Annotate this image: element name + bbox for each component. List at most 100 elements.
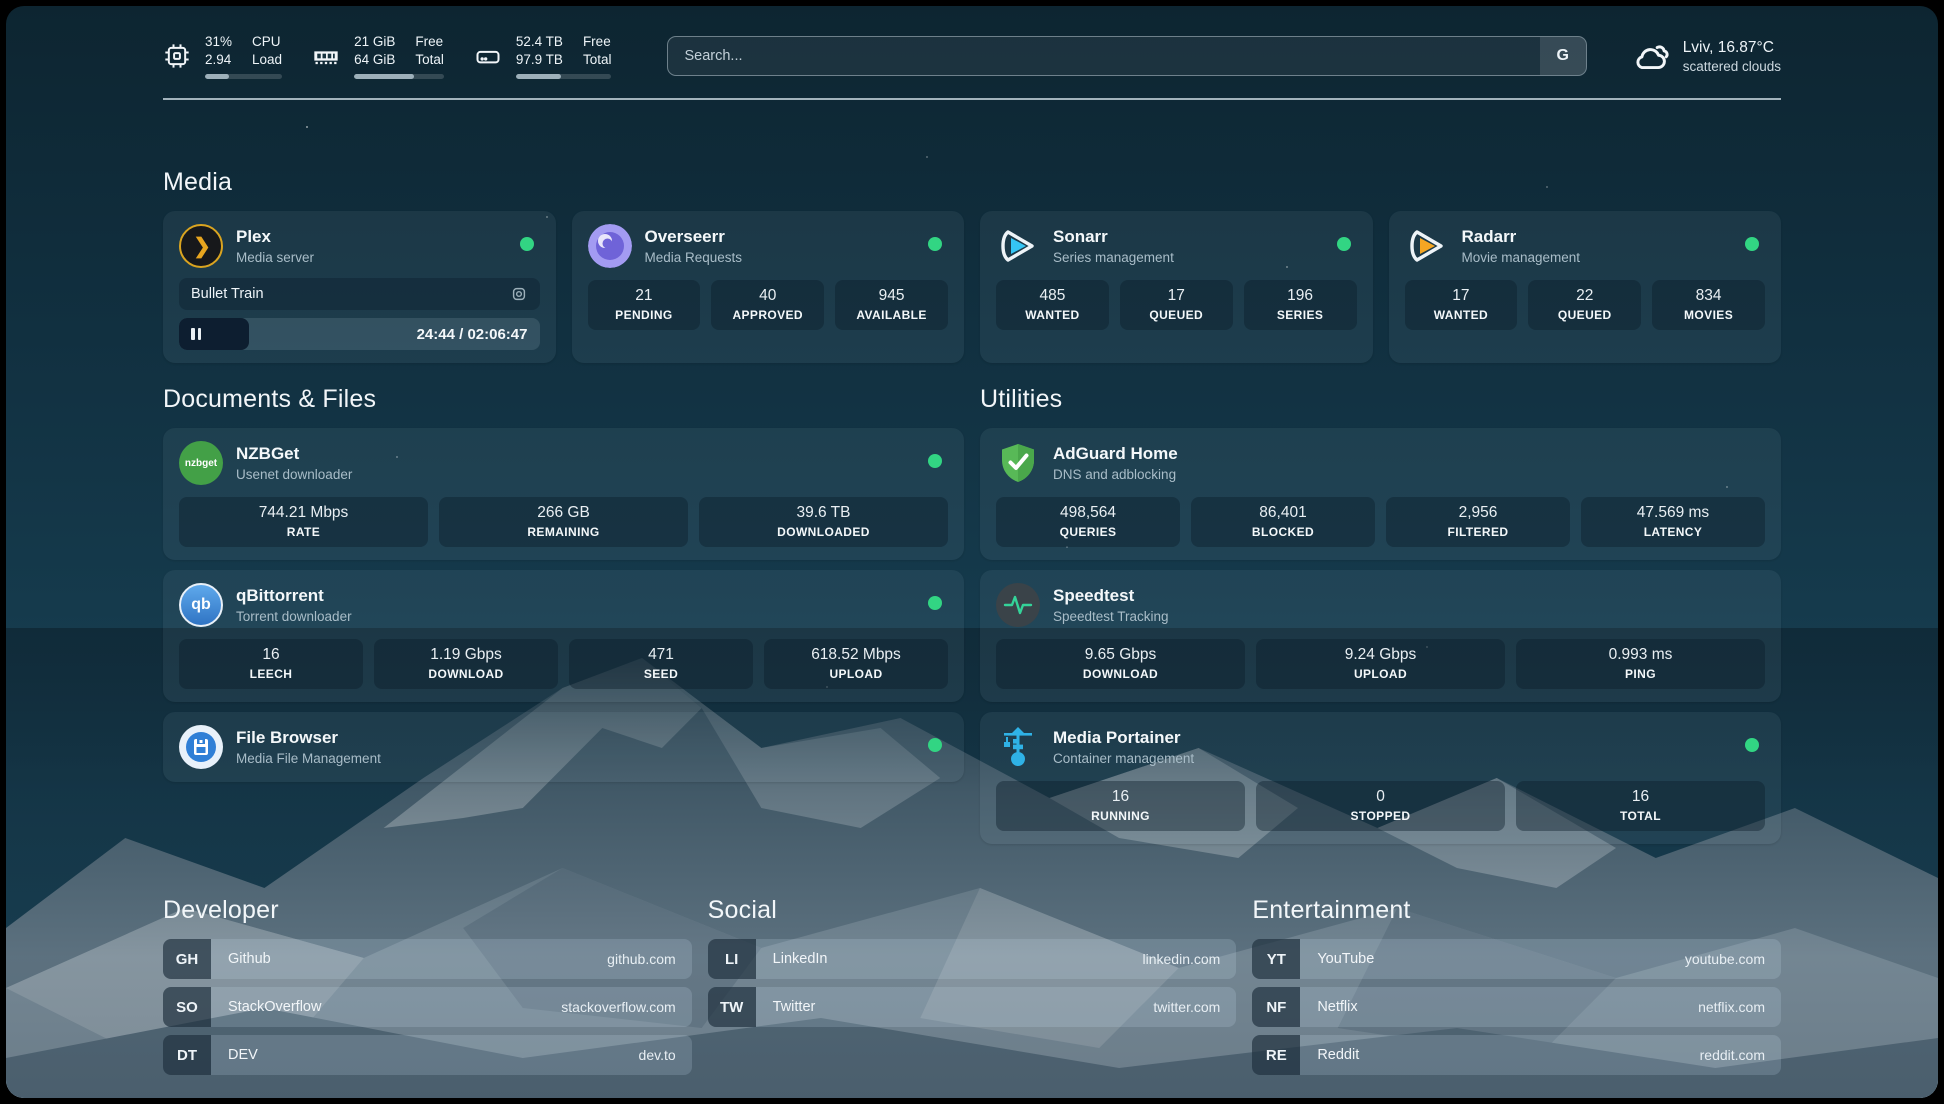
sonarr-status-dot: [1337, 237, 1351, 251]
youtube-badge: YT: [1252, 939, 1300, 979]
system-stats: 31% 2.94 CPU Load: [163, 33, 611, 79]
filebrowser-card[interactable]: File Browser Media File Management: [163, 712, 964, 782]
plex-card[interactable]: ❯ Plex Media server Bullet Train: [163, 211, 556, 363]
link-twitter[interactable]: TW Twitter twitter.com: [708, 987, 1237, 1027]
speedtest-subtitle: Speedtest Tracking: [1053, 609, 1169, 624]
linkedin-badge: LI: [708, 939, 756, 979]
speedtest-stat-ping: 0.993 msPING: [1516, 639, 1765, 689]
nzbget-title: NZBGet: [236, 444, 352, 464]
overseerr-stat-pending: 21PENDING: [588, 280, 701, 330]
disk-stat: 52.4 TB 97.9 TB Free Total: [474, 33, 612, 79]
disk-free-label: Free: [583, 33, 612, 51]
plex-status-dot: [520, 237, 534, 251]
plex-now-playing: Bullet Train: [179, 278, 540, 310]
nzbget-icon: nzbget: [179, 441, 223, 485]
portainer-card[interactable]: Media Portainer Container management 16R…: [980, 712, 1781, 844]
filebrowser-title: File Browser: [236, 728, 381, 748]
radarr-stat-wanted: 17WANTED: [1405, 280, 1518, 330]
sonarr-stat-series: 196SERIES: [1244, 280, 1357, 330]
qbittorrent-title: qBittorrent: [236, 586, 352, 606]
link-linkedin[interactable]: LI LinkedIn linkedin.com: [708, 939, 1237, 979]
radarr-subtitle: Movie management: [1462, 250, 1581, 265]
memory-free-label: Free: [415, 33, 444, 51]
overseerr-stat-approved: 40APPROVED: [711, 280, 824, 330]
weather-widget[interactable]: Lviv, 16.87°C scattered clouds: [1631, 39, 1781, 74]
overseerr-status-dot: [928, 237, 942, 251]
link-netflix[interactable]: NF Netflix netflix.com: [1252, 987, 1781, 1027]
disk-total-label: Total: [583, 51, 612, 69]
cpu-load-label: Load: [252, 51, 282, 69]
nzbget-status-dot: [928, 454, 942, 468]
plex-icon: ❯: [179, 224, 223, 268]
radarr-card[interactable]: Radarr Movie management 17WANTED 22QUEUE…: [1389, 211, 1782, 363]
qbittorrent-stat-download: 1.19 GbpsDOWNLOAD: [374, 639, 558, 689]
nzbget-card[interactable]: nzbget NZBGet Usenet downloader 744.21 M…: [163, 428, 964, 560]
dev-badge: DT: [163, 1035, 211, 1075]
header-divider: [163, 98, 1781, 100]
memory-icon: [312, 42, 340, 70]
memory-total-value: 64 GiB: [354, 51, 395, 69]
pause-button[interactable]: [179, 328, 201, 340]
radarr-title: Radarr: [1462, 227, 1581, 247]
adguard-stat-latency: 47.569 msLATENCY: [1581, 497, 1765, 547]
github-badge: GH: [163, 939, 211, 979]
sonarr-stat-queued: 17QUEUED: [1120, 280, 1233, 330]
cpu-icon: [163, 42, 191, 70]
disk-free-value: 52.4 TB: [516, 33, 563, 51]
adguard-subtitle: DNS and adblocking: [1053, 467, 1178, 482]
section-developer: Developer GH Github github.com SO StackO…: [163, 896, 692, 1083]
section-media: Media ❯ Plex Media server Bullet Train: [163, 168, 1781, 363]
portainer-stat-running: 16RUNNING: [996, 781, 1245, 831]
link-stackoverflow[interactable]: SO StackOverflow stackoverflow.com: [163, 987, 692, 1027]
portainer-stat-stopped: 0STOPPED: [1256, 781, 1505, 831]
nzbget-stat-rate: 744.21 MbpsRATE: [179, 497, 428, 547]
overseerr-subtitle: Media Requests: [645, 250, 743, 265]
portainer-title: Media Portainer: [1053, 728, 1194, 748]
portainer-status-dot: [1745, 738, 1759, 752]
section-entertainment: Entertainment YT YouTube youtube.com NF …: [1252, 896, 1781, 1083]
overseerr-icon: [588, 224, 632, 268]
radarr-stat-movies: 834MOVIES: [1652, 280, 1765, 330]
adguard-card[interactable]: AdGuard Home DNS and adblocking 498,564Q…: [980, 428, 1781, 560]
adguard-icon: [996, 441, 1040, 485]
speedtest-card[interactable]: Speedtest Speedtest Tracking 9.65 GbpsDO…: [980, 570, 1781, 702]
nzbget-stat-downloaded: 39.6 TBDOWNLOADED: [699, 497, 948, 547]
plex-subtitle: Media server: [236, 250, 314, 265]
search-input[interactable]: [667, 36, 1586, 76]
memory-stat: 21 GiB 64 GiB Free Total: [312, 33, 444, 79]
link-github[interactable]: GH Github github.com: [163, 939, 692, 979]
qbittorrent-card[interactable]: qb qBittorrent Torrent downloader 16LEEC…: [163, 570, 964, 702]
cpu-percent: 31%: [205, 33, 232, 51]
search-engine-button[interactable]: G: [1540, 37, 1586, 75]
reddit-badge: RE: [1252, 1035, 1300, 1075]
sonarr-stat-wanted: 485WANTED: [996, 280, 1109, 330]
radarr-icon: [1405, 224, 1449, 268]
qbittorrent-subtitle: Torrent downloader: [236, 609, 352, 624]
plex-title: Plex: [236, 227, 314, 247]
memory-total-label: Total: [415, 51, 444, 69]
memory-free-value: 21 GiB: [354, 33, 395, 51]
overseerr-card[interactable]: Overseerr Media Requests 21PENDING 40APP…: [572, 211, 965, 363]
adguard-stat-blocked: 86,401BLOCKED: [1191, 497, 1375, 547]
portainer-stat-total: 16TOTAL: [1516, 781, 1765, 831]
cpu-load-value: 2.94: [205, 51, 232, 69]
documents-section-title: Documents & Files: [163, 385, 964, 414]
netflix-badge: NF: [1252, 987, 1300, 1027]
speedtest-title: Speedtest: [1053, 586, 1169, 606]
cpu-progress-bar: [205, 74, 282, 79]
link-reddit[interactable]: RE Reddit reddit.com: [1252, 1035, 1781, 1075]
sonarr-subtitle: Series management: [1053, 250, 1174, 265]
memory-progress-bar: [354, 74, 444, 79]
sonarr-card[interactable]: Sonarr Series management 485WANTED 17QUE…: [980, 211, 1373, 363]
social-section-title: Social: [708, 896, 1237, 925]
qbittorrent-status-dot: [928, 596, 942, 610]
section-social: Social LI LinkedIn linkedin.com TW Twitt…: [708, 896, 1237, 1083]
qbittorrent-stat-upload: 618.52 MbpsUPLOAD: [764, 639, 948, 689]
radarr-status-dot: [1745, 237, 1759, 251]
plex-progress-bar[interactable]: 24:44 / 02:06:47: [179, 318, 540, 350]
link-dev[interactable]: DT DEV dev.to: [163, 1035, 692, 1075]
dashboard-screen: 31% 2.94 CPU Load: [6, 6, 1938, 1098]
utilities-section-title: Utilities: [980, 385, 1781, 414]
adguard-title: AdGuard Home: [1053, 444, 1178, 464]
link-youtube[interactable]: YT YouTube youtube.com: [1252, 939, 1781, 979]
